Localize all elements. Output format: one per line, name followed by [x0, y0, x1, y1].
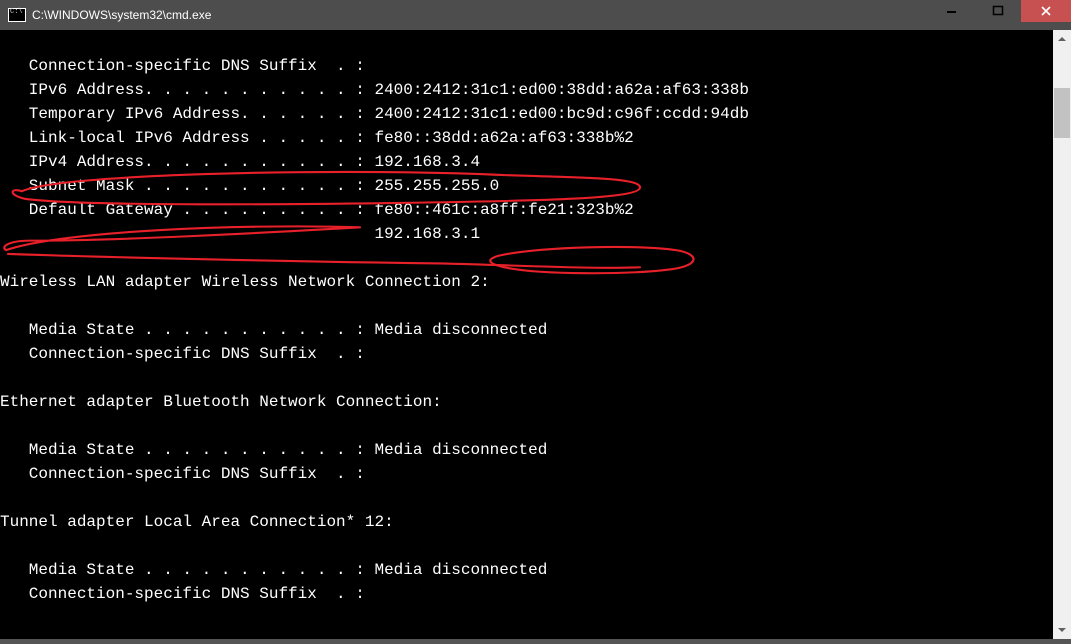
output-line: Default Gateway . . . . . . . . . : fe80…: [0, 201, 634, 219]
output-line: 192.168.3.1: [0, 225, 480, 243]
maximize-button[interactable]: [975, 0, 1021, 22]
console-viewport[interactable]: Connection-specific DNS Suffix . : IPv6 …: [0, 30, 1053, 639]
chevron-down-icon: [1057, 625, 1067, 635]
output-line: Connection-specific DNS Suffix . :: [0, 57, 365, 75]
minimize-icon: [946, 5, 958, 17]
output-line: Tunnel adapter Local Area Connection* 12…: [0, 513, 394, 531]
output-line: Ethernet adapter Bluetooth Network Conne…: [0, 393, 442, 411]
output-line: Media State . . . . . . . . . . . : Medi…: [0, 441, 547, 459]
close-button[interactable]: [1021, 0, 1071, 22]
scroll-down-button[interactable]: [1053, 621, 1071, 639]
output-line: IPv4 Address. . . . . . . . . . . : 192.…: [0, 153, 480, 171]
window-title: C:\WINDOWS\system32\cmd.exe: [32, 8, 929, 22]
output-line: Media State . . . . . . . . . . . : Medi…: [0, 321, 547, 339]
titlebar[interactable]: C:\WINDOWS\system32\cmd.exe: [0, 0, 1071, 31]
window-controls: [929, 0, 1071, 30]
output-line: Temporary IPv6 Address. . . . . . : 2400…: [0, 105, 749, 123]
minimize-button[interactable]: [929, 0, 975, 22]
output-line: IPv6 Address. . . . . . . . . . . : 2400…: [0, 81, 749, 99]
chevron-up-icon: [1057, 34, 1067, 44]
console-output: Connection-specific DNS Suffix . : IPv6 …: [0, 30, 1053, 606]
maximize-icon: [992, 5, 1004, 17]
client-area: Connection-specific DNS Suffix . : IPv6 …: [0, 30, 1071, 639]
output-line: Connection-specific DNS Suffix . :: [0, 585, 365, 603]
output-line: Media State . . . . . . . . . . . : Medi…: [0, 561, 547, 579]
vertical-scrollbar[interactable]: [1053, 30, 1071, 639]
output-line: Link-local IPv6 Address . . . . . : fe80…: [0, 129, 634, 147]
cmd-window: C:\WINDOWS\system32\cmd.exe Connection-s…: [0, 0, 1071, 639]
close-icon: [1040, 5, 1052, 17]
scrollbar-thumb[interactable]: [1054, 88, 1070, 138]
output-line: Connection-specific DNS Suffix . :: [0, 345, 365, 363]
scroll-up-button[interactable]: [1053, 30, 1071, 48]
output-line: Wireless LAN adapter Wireless Network Co…: [0, 273, 490, 291]
output-line: Connection-specific DNS Suffix . :: [0, 465, 365, 483]
cmd-icon: [8, 8, 26, 22]
output-line: Subnet Mask . . . . . . . . . . . : 255.…: [0, 177, 499, 195]
